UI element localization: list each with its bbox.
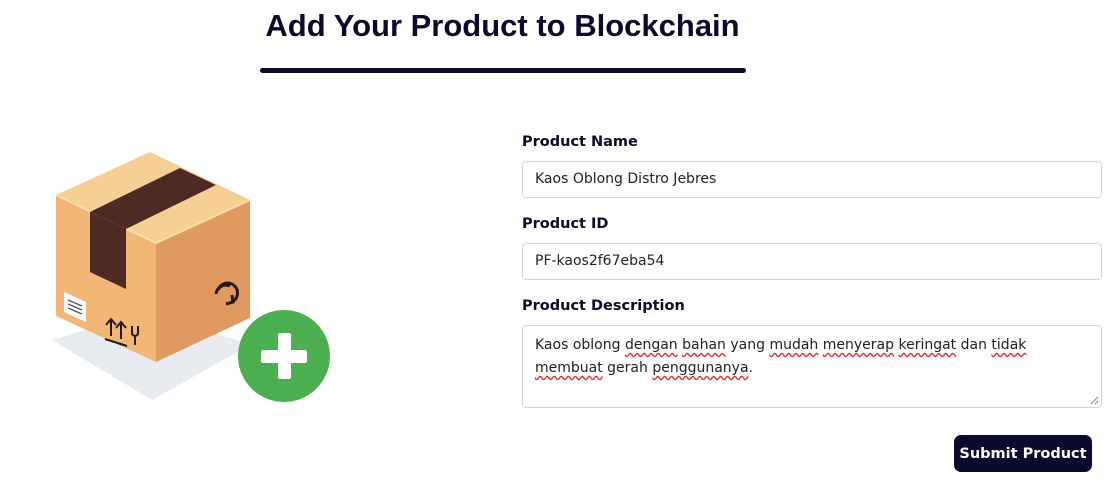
spellcheck-flagged-word: membuat: [535, 360, 603, 376]
product-description-textarea[interactable]: Kaos oblong dengan bahan yang mudah meny…: [522, 325, 1102, 408]
spellcheck-flagged-word: menyerap: [822, 337, 895, 353]
description-text-segment: .: [748, 360, 753, 376]
add-product-page: Add Your Product to Blockchain Product N…: [0, 0, 1113, 496]
submit-product-button[interactable]: Submit Product: [954, 435, 1092, 472]
spellcheck-flagged-word: dengan: [624, 337, 678, 353]
product-name-input[interactable]: Kaos Oblong Distro Jebres: [522, 161, 1102, 198]
description-text-segment: yang: [725, 337, 770, 353]
product-description-label: Product Description: [522, 298, 685, 314]
resize-handle-icon[interactable]: [1090, 396, 1099, 405]
spellcheck-flagged-word: mudah: [769, 337, 819, 353]
product-name-label: Product Name: [522, 134, 638, 150]
spellcheck-flagged-word: tidak: [991, 337, 1027, 353]
spellcheck-flagged-word: keringat: [898, 337, 957, 353]
spellcheck-flagged-word: bahan: [682, 337, 726, 353]
title-underline: [260, 68, 746, 73]
spellcheck-flagged-word: penggunanya: [652, 360, 749, 376]
product-description-text: Kaos oblong dengan bahan yang mudah meny…: [535, 337, 1026, 376]
plus-horizontal: [261, 350, 307, 363]
description-text-segment: Kaos oblong: [535, 337, 625, 353]
product-form: Product Name Kaos Oblong Distro Jebres P…: [522, 132, 1102, 408]
page-title: Add Your Product to Blockchain: [265, 8, 740, 43]
product-id-input[interactable]: PF-kaos2f67eba54: [522, 243, 1102, 280]
description-text-segment: gerah: [602, 360, 653, 376]
description-text-segment: dan: [956, 337, 992, 353]
product-id-label: Product ID: [522, 216, 609, 232]
package-add-icon: [40, 140, 340, 410]
